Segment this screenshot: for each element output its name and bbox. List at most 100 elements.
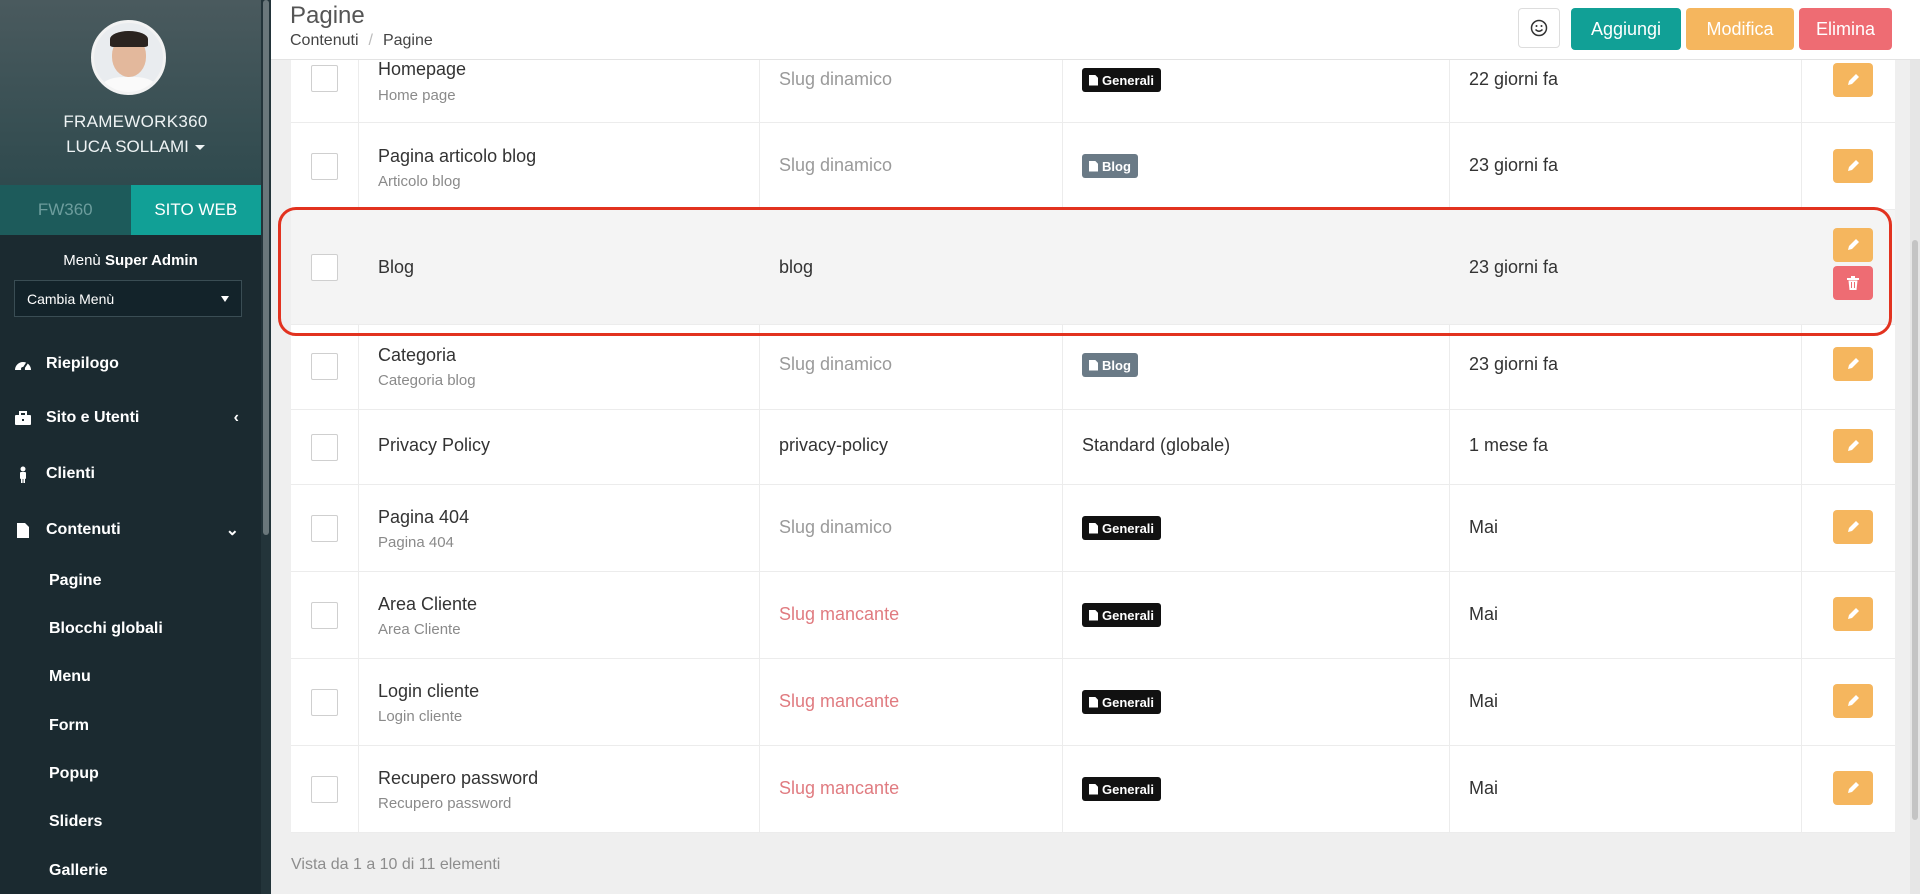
sidebar-subitem-pagine[interactable]: Pagine [49,572,101,590]
smiley-icon [1530,19,1548,37]
page-subtitle-cell: Categoria blog [378,372,476,389]
table-row[interactable]: Categoria Categoria blog Slug dinamico B… [291,325,1895,410]
row-checkbox[interactable] [311,515,338,542]
page-subtitle-cell: Recupero password [378,795,512,812]
edit-button[interactable] [1833,347,1873,381]
select-arrow-icon [221,295,229,302]
page-title-cell[interactable]: Login cliente [378,681,479,702]
date-cell: Mai [1469,691,1499,711]
profile-panel: FRAMEWORK360 LUCA SOLLAMI [0,0,271,185]
tab-fw360[interactable]: FW360 [0,185,131,235]
menu-title: Menù Super Admin [0,252,261,269]
page-title-cell[interactable]: Area Cliente [378,594,477,615]
document-icon [1089,609,1098,621]
page-subtitle-cell: Pagina 404 [378,534,454,551]
breadcrumb-item-contenuti[interactable]: Contenuti [290,32,359,49]
sidebar-item-riepilogo[interactable]: Riepilogo [0,344,261,384]
edit-selected-button[interactable]: Modifica [1686,8,1794,50]
sidebar-subitem-form[interactable]: Form [49,717,89,735]
page-title-cell[interactable]: Pagina 404 [378,507,469,528]
pencil-icon [1848,358,1859,369]
edit-button[interactable] [1833,771,1873,805]
sidebar-item-label: Clienti [46,465,95,482]
date-cell: 23 giorni fa [1469,354,1559,374]
table-row[interactable]: Area Cliente Area Cliente Slug mancante … [291,572,1895,659]
org-name: FRAMEWORK360 [63,112,208,131]
sidebar-subitem-popup[interactable]: Popup [49,765,99,783]
edit-button[interactable] [1833,228,1873,262]
page-title-cell[interactable]: Categoria [378,345,456,366]
table-row[interactable]: Pagina 404 Pagina 404 Slug dinamico Gene… [291,485,1895,572]
page-title-cell[interactable]: Recupero password [378,768,538,789]
row-checkbox[interactable] [311,353,338,380]
main-scrollbar[interactable] [1910,60,1920,894]
row-checkbox[interactable] [311,65,338,92]
date-cell: 22 giorni fa [1469,69,1559,89]
edit-button[interactable] [1833,63,1873,97]
pencil-icon [1848,608,1859,619]
row-checkbox[interactable] [311,153,338,180]
table-row[interactable]: Pagina articolo blog Articolo blog Slug … [291,123,1895,210]
delete-button[interactable] [1833,266,1873,300]
slug-cell: Slug mancante [779,778,900,798]
template-badge: Generali [1082,516,1162,540]
emoji-button[interactable] [1518,8,1560,48]
template-cell: Standard (globale) [1082,435,1231,455]
edit-button[interactable] [1833,510,1873,544]
pencil-icon [1848,782,1859,793]
add-button[interactable]: Aggiungi [1571,8,1681,50]
delete-selected-button[interactable]: Elimina [1799,8,1892,50]
sidebar-item-sito-utenti[interactable]: Sito e Utenti ‹ [0,398,261,438]
table-row[interactable]: Recupero password Recupero password Slug… [291,746,1895,833]
sidebar-subitem-gallerie[interactable]: Gallerie [49,862,108,880]
document-icon [1089,160,1098,172]
sidebar-subitem-menu[interactable]: Menu [49,668,91,686]
breadcrumb-item-pagine: Pagine [382,32,433,49]
page-title: Pagine [290,2,365,29]
menu-title-prefix: Menù [63,252,101,269]
template-badge: Blog [1082,154,1138,178]
table-row[interactable]: Login cliente Login cliente Slug mancant… [291,659,1895,746]
row-checkbox[interactable] [311,602,338,629]
sidebar-subitem-sliders[interactable]: Sliders [49,813,102,831]
menu-select[interactable]: Cambia Menù [14,280,242,317]
row-checkbox[interactable] [311,689,338,716]
main-scrollbar-thumb[interactable] [1912,240,1918,820]
user-menu[interactable]: LUCA SOLLAMI [0,137,271,157]
chevron-down-icon: ⌄ [225,522,239,539]
sidebar-item-clienti[interactable]: Clienti [0,454,261,494]
edit-button[interactable] [1833,597,1873,631]
trash-icon [1847,276,1859,290]
sidebar-item-contenuti[interactable]: Contenuti ⌄ [0,510,261,550]
menu-title-role: Super Admin [104,252,198,269]
table-row[interactable]: Privacy Policy privacy-policy Standard (… [291,410,1895,485]
user-name: LUCA SOLLAMI [66,137,189,156]
tab-sito-web[interactable]: SITO WEB [130,185,261,235]
page-title-cell[interactable]: Pagina articolo blog [378,146,536,167]
pencil-icon [1848,695,1859,706]
avatar[interactable] [91,20,166,95]
date-cell: 23 giorni fa [1469,155,1559,175]
edit-button[interactable] [1833,429,1873,463]
row-checkbox[interactable] [311,434,338,461]
slug-cell: privacy-policy [779,435,889,455]
pencil-icon [1848,440,1859,451]
person-icon [14,466,32,483]
document-icon [1089,522,1098,534]
template-badge: Blog [1082,353,1138,377]
page-title-cell[interactable]: Blog [378,257,414,278]
edit-button[interactable] [1833,149,1873,183]
edit-button[interactable] [1833,684,1873,718]
table-row[interactable]: Homepage Home page Slug dinamico General… [291,59,1895,123]
page-title-cell[interactable]: Privacy Policy [378,435,490,456]
page-title-cell[interactable]: Homepage [378,59,466,80]
sidebar-subitem-blocchi-globali[interactable]: Blocchi globali [49,620,163,638]
slug-cell: Slug dinamico [779,517,893,537]
sidebar-scrollbar-thumb[interactable] [263,0,269,535]
document-icon [1089,359,1098,371]
date-cell: 23 giorni fa [1469,257,1559,277]
row-checkbox[interactable] [311,776,338,803]
row-checkbox[interactable] [311,254,338,281]
table-row[interactable]: Blog blog 23 giorni fa [291,210,1895,325]
document-icon [1089,696,1098,708]
